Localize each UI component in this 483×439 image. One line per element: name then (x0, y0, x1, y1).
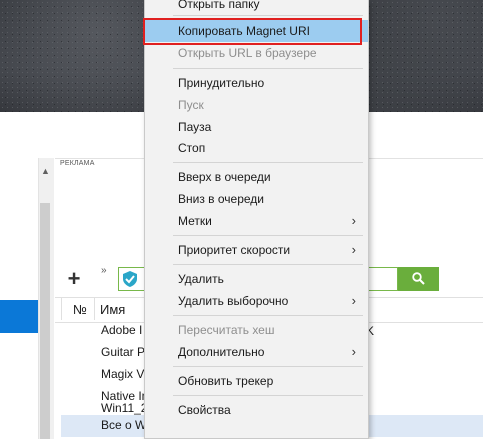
category-sidebar (0, 158, 39, 439)
torrent-name: Magix V (101, 367, 145, 381)
menu-item-label: Метки (178, 214, 212, 228)
scroll-up-arrow-icon[interactable]: ▲ (38, 163, 53, 179)
menu-item-label: Вниз в очереди (178, 192, 265, 206)
menu-item-open-url: Открыть URL в браузере (145, 42, 368, 64)
menu-item-label: Стоп (178, 141, 206, 155)
ad-label: РЕКЛАМА (60, 160, 95, 167)
menu-separator (173, 235, 363, 236)
menu-separator (173, 68, 363, 69)
menu-item-label: Пересчитать хеш (178, 323, 275, 337)
menu-item-label: Дополнительно (178, 345, 265, 359)
submenu-arrow-icon: › (351, 242, 356, 257)
menu-item-start: Пуск (145, 94, 368, 116)
menu-item-queue-up[interactable]: Вверх в очереди (145, 166, 368, 188)
menu-separator (173, 162, 363, 163)
context-menu: Открыть папку Копировать Magnet URI Откр… (144, 0, 369, 439)
menu-item-label: Копировать Magnet URI (178, 24, 310, 38)
menu-item-label: Открыть URL в браузере (178, 46, 317, 60)
menu-item-label: Удалить (178, 272, 224, 286)
sidebar-selected-item[interactable] (0, 300, 38, 333)
menu-item-speed-priority[interactable]: Приоритет скорости › (145, 239, 368, 261)
column-header-name[interactable]: Имя (100, 302, 125, 317)
search-button[interactable] (398, 267, 439, 291)
submenu-arrow-icon: › (351, 213, 356, 228)
menu-separator (173, 264, 363, 265)
menu-separator (173, 15, 363, 16)
menu-item-delete-selective[interactable]: Удалить выборочно › (145, 290, 368, 312)
menu-item-label: Пауза (178, 120, 212, 134)
sidebar-scroll-thumb[interactable] (40, 203, 50, 439)
column-header-number[interactable]: № (73, 302, 87, 317)
menu-item-queue-down[interactable]: Вниз в очереди (145, 188, 368, 210)
menu-item-advanced[interactable]: Дополнительно › (145, 341, 368, 363)
torrent-name: Guitar P (101, 345, 146, 359)
column-separator (94, 298, 95, 320)
menu-item-labels[interactable]: Метки › (145, 210, 368, 232)
toolbar-overflow-icon[interactable]: » (101, 265, 107, 276)
menu-item-label: Вверх в очереди (178, 170, 271, 184)
menu-item-label: Пуск (178, 98, 204, 112)
submenu-arrow-icon: › (351, 344, 356, 359)
menu-item-copy-magnet[interactable]: Копировать Magnet URI (145, 20, 368, 42)
menu-item-delete[interactable]: Удалить (145, 268, 368, 290)
menu-item-label: Приоритет скорости (178, 243, 291, 257)
menu-separator (173, 366, 363, 367)
menu-item-label: Удалить выборочно (178, 294, 289, 308)
menu-item-label: Принудительно (178, 76, 265, 90)
submenu-arrow-icon: › (351, 293, 356, 308)
menu-item-force-start[interactable]: Принудительно (145, 72, 368, 94)
menu-item-pause[interactable]: Пауза (145, 116, 368, 138)
menu-item-stop[interactable]: Стоп (145, 137, 368, 159)
menu-item-open-folder[interactable]: Открыть папку (145, 0, 368, 15)
menu-item-label: Открыть папку (178, 0, 260, 11)
column-separator (61, 298, 62, 320)
menu-item-label: Свойства (178, 403, 231, 417)
search-icon (412, 272, 425, 285)
torrent-name: Win11_2 (101, 401, 148, 415)
menu-item-properties[interactable]: Свойства (145, 399, 368, 421)
add-torrent-button[interactable]: + (64, 268, 84, 290)
menu-separator (173, 315, 363, 316)
torrent-name: Adobe I (101, 323, 143, 337)
shield-icon (123, 271, 137, 287)
menu-separator (173, 395, 363, 396)
menu-item-recheck-hash: Пересчитать хеш (145, 319, 368, 341)
menu-item-label: Обновить трекер (178, 374, 274, 388)
menu-item-update-tracker[interactable]: Обновить трекер (145, 370, 368, 392)
